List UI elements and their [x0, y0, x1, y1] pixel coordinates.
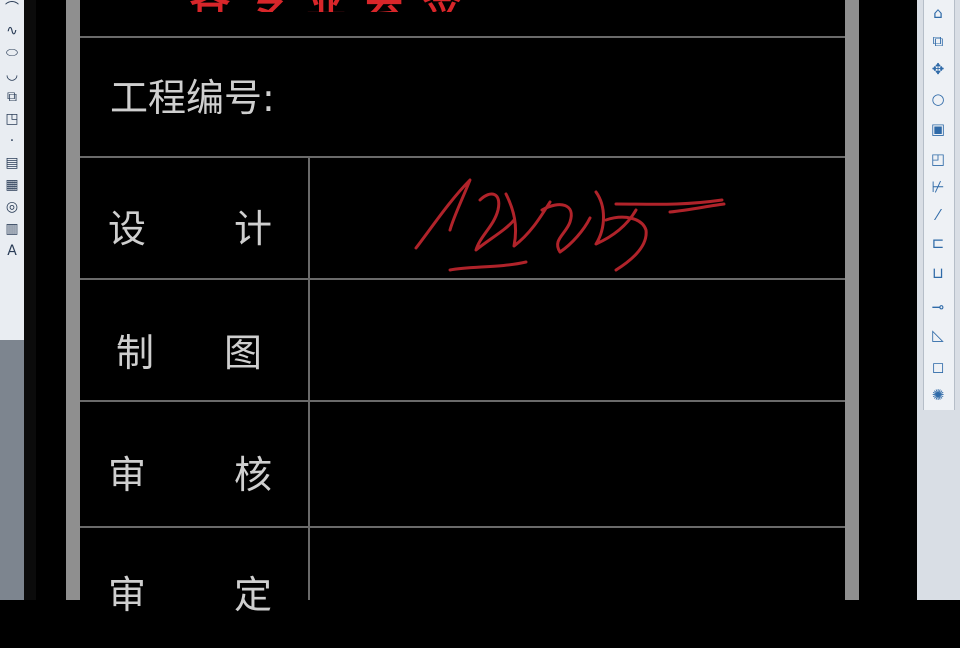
multiline-text-icon[interactable]: A: [3, 242, 21, 260]
project-number-label: 工程编号:: [110, 76, 275, 120]
arc-icon[interactable]: ⌒: [3, 0, 21, 18]
table-row: 审 核: [80, 400, 308, 522]
row-label-char: 制: [116, 331, 155, 375]
make-block-icon[interactable]: ◳: [3, 110, 21, 128]
ellipse-icon[interactable]: ⬭: [3, 44, 21, 62]
array-icon[interactable]: ▣: [927, 118, 949, 140]
toolbar-dock-area: [0, 340, 24, 600]
canvas-edge: [24, 0, 36, 600]
explode-icon[interactable]: ✺: [927, 384, 949, 406]
table-icon[interactable]: ▥: [3, 220, 21, 238]
chamfer-icon[interactable]: ◺: [927, 324, 949, 346]
row-label-char: 审: [108, 453, 147, 497]
row-label-char: 定: [234, 573, 273, 617]
trim-icon[interactable]: ⊔: [927, 262, 949, 284]
drawing-canvas[interactable]: 各专业会签 工程编号: 设 计 制 图 审 核 审 定: [80, 0, 845, 617]
fillet-icon[interactable]: ◻: [927, 356, 949, 378]
table-column-divider: [308, 156, 310, 600]
table-row: 设 计: [80, 156, 308, 278]
point-icon[interactable]: ·: [3, 132, 21, 150]
region-icon[interactable]: ◎: [3, 198, 21, 216]
offset-icon[interactable]: ○: [927, 88, 949, 110]
row-label-char: 审: [108, 573, 147, 617]
row-label-char: 计: [234, 207, 273, 251]
erase-icon[interactable]: ⌂: [927, 2, 949, 24]
drawing-frame-right: [845, 0, 859, 600]
draw-toolbar: ⌒ ∿ ⬭ ◡ ⧉ ◳ · ▤ ▦ ◎ ▥ A: [0, 0, 25, 340]
table-line: [80, 36, 845, 38]
drawing-frame-left: [66, 0, 80, 600]
insert-block-icon[interactable]: ⧉: [3, 88, 21, 106]
hatch-icon[interactable]: ▤: [3, 154, 21, 172]
move-icon[interactable]: ◰: [927, 148, 949, 170]
scale-icon[interactable]: ⁄: [927, 204, 949, 226]
copy-icon[interactable]: ⧉: [927, 30, 949, 52]
table-row: 审 定: [80, 526, 308, 648]
rotate-icon[interactable]: ⊬: [927, 176, 949, 198]
mirror-icon[interactable]: ✥: [927, 58, 949, 80]
modify-toolbar: ⌂ ⧉ ✥ ○ ▣ ◰ ⊬ ⁄ ⊏ ⊔ ⊸ ◺ ◻ ✺: [917, 0, 960, 600]
gradient-icon[interactable]: ▦: [3, 176, 21, 194]
row-label-char: 核: [234, 453, 273, 497]
designer-signature: [414, 178, 726, 272]
table-row: 制 图: [80, 278, 308, 400]
model-space-margin: [859, 0, 916, 600]
extend-icon[interactable]: ⊸: [927, 296, 949, 318]
spline-icon[interactable]: ∿: [3, 22, 21, 40]
ellipse-arc-icon[interactable]: ◡: [3, 66, 21, 84]
row-label-char: 图: [224, 331, 263, 375]
row-label-char: 设: [108, 207, 147, 251]
title-block-header: 各专业会签: [190, 0, 730, 12]
model-space-margin: [36, 0, 66, 600]
stretch-icon[interactable]: ⊏: [927, 232, 949, 254]
